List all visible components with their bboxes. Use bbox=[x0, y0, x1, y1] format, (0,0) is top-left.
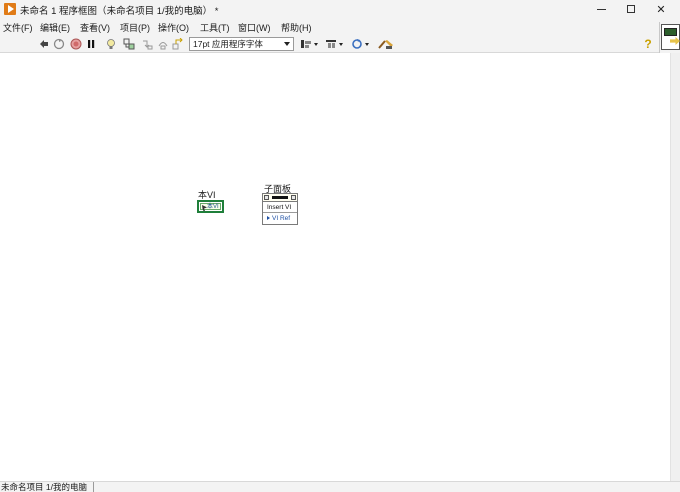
context-help-button[interactable]: ? bbox=[642, 37, 654, 51]
labview-app-icon bbox=[4, 3, 16, 15]
menu-tools[interactable]: 工具(T) bbox=[200, 21, 230, 34]
this-vi-reference-node[interactable]: 本VI bbox=[197, 200, 224, 213]
abort-icon bbox=[70, 38, 82, 50]
run-continuously-icon bbox=[40, 40, 48, 48]
text-settings-value: 17pt 应用程序字体 bbox=[193, 39, 263, 49]
block-diagram-canvas[interactable] bbox=[0, 53, 670, 481]
status-separator bbox=[93, 482, 94, 492]
step-over-icon bbox=[158, 42, 168, 50]
chevron-down-icon bbox=[284, 42, 290, 46]
maximize-icon bbox=[627, 5, 635, 13]
refnum-in-terminal-icon bbox=[264, 195, 269, 200]
distribute-objects-icon bbox=[326, 40, 343, 48]
minimize-button[interactable] bbox=[586, 0, 616, 18]
menu-project[interactable]: 项目(P) bbox=[120, 21, 150, 34]
menu-file[interactable]: 文件(F) bbox=[3, 21, 33, 34]
input-pin-icon bbox=[267, 216, 270, 221]
distribute-objects-button[interactable] bbox=[325, 37, 345, 51]
highlight-execution-icon bbox=[107, 39, 115, 49]
reorder-button[interactable] bbox=[351, 37, 371, 51]
subpanel-bar-icon bbox=[272, 196, 288, 199]
refnum-out-terminal-icon bbox=[291, 195, 296, 200]
invoke-method-name: Insert VI bbox=[267, 204, 292, 211]
step-into-button[interactable] bbox=[140, 37, 154, 51]
reorder-icon bbox=[352, 39, 369, 49]
maximize-button[interactable] bbox=[616, 0, 646, 18]
abort-button[interactable] bbox=[69, 37, 83, 51]
align-objects-icon bbox=[301, 40, 318, 48]
menu-window[interactable]: 窗口(W) bbox=[238, 21, 271, 34]
vi-ref-input-row[interactable]: VI Ref bbox=[263, 213, 297, 224]
status-bar: 未命名项目 1/我的电脑 bbox=[0, 481, 680, 492]
menu-edit[interactable]: 编辑(E) bbox=[40, 21, 70, 34]
pause-icon bbox=[88, 40, 95, 48]
subpanel-invoke-node[interactable]: Insert VI VI Ref bbox=[262, 193, 298, 225]
vi-arrow-icon bbox=[670, 37, 680, 45]
retain-wire-values-icon bbox=[123, 38, 135, 50]
step-out-icon bbox=[172, 38, 183, 50]
text-settings-dropdown[interactable]: 17pt 应用程序字体 bbox=[189, 37, 294, 51]
minimize-icon bbox=[596, 8, 606, 10]
pause-button[interactable] bbox=[84, 37, 98, 51]
step-out-button[interactable] bbox=[171, 37, 185, 51]
run-icon bbox=[53, 38, 65, 50]
window-title: 未命名 1 程序框图（未命名项目 1/我的电脑） * bbox=[20, 6, 219, 17]
cleanup-diagram-button[interactable] bbox=[377, 37, 395, 51]
help-icon: ? bbox=[644, 37, 652, 51]
align-objects-button[interactable] bbox=[300, 37, 320, 51]
step-into-icon bbox=[143, 40, 153, 50]
run-continuously-button[interactable] bbox=[37, 37, 51, 51]
subpanel-header bbox=[263, 194, 297, 202]
menu-view[interactable]: 查看(V) bbox=[80, 21, 110, 34]
step-over-button[interactable] bbox=[156, 37, 170, 51]
vi-icon[interactable] bbox=[661, 24, 680, 50]
this-vi-inner: 本VI bbox=[200, 203, 221, 211]
title-bar: 未命名 1 程序框图（未命名项目 1/我的电脑） * ✕ bbox=[0, 0, 680, 18]
close-button[interactable]: ✕ bbox=[646, 0, 676, 18]
labview-block-diagram-window: 未命名 1 程序框图（未命名项目 1/我的电脑） * ✕ 文件(F) 编辑(E)… bbox=[0, 0, 680, 492]
run-button[interactable] bbox=[52, 37, 66, 51]
invoke-method-row[interactable]: Insert VI bbox=[263, 202, 297, 213]
highlight-execution-button[interactable] bbox=[104, 37, 118, 51]
close-icon: ✕ bbox=[656, 3, 666, 16]
menu-operate[interactable]: 操作(O) bbox=[158, 21, 189, 34]
vi-screen-icon bbox=[664, 28, 677, 36]
menu-help[interactable]: 帮助(H) bbox=[281, 21, 312, 34]
retain-wire-values-button[interactable] bbox=[122, 37, 136, 51]
vertical-scrollbar[interactable] bbox=[670, 53, 680, 481]
menu-bar: 文件(F) 编辑(E) 查看(V) 项目(P) 操作(O) 工具(T) 窗口(W… bbox=[0, 18, 680, 35]
vi-ref-input-name: VI Ref bbox=[272, 215, 291, 222]
vi-icon-pane bbox=[659, 22, 680, 53]
this-vi-text: 本VI bbox=[207, 204, 219, 210]
toolbar: 17pt 应用程序字体 bbox=[0, 35, 660, 53]
cleanup-diagram-icon bbox=[378, 40, 393, 49]
project-context-text: 未命名项目 1/我的电脑 bbox=[1, 482, 87, 492]
